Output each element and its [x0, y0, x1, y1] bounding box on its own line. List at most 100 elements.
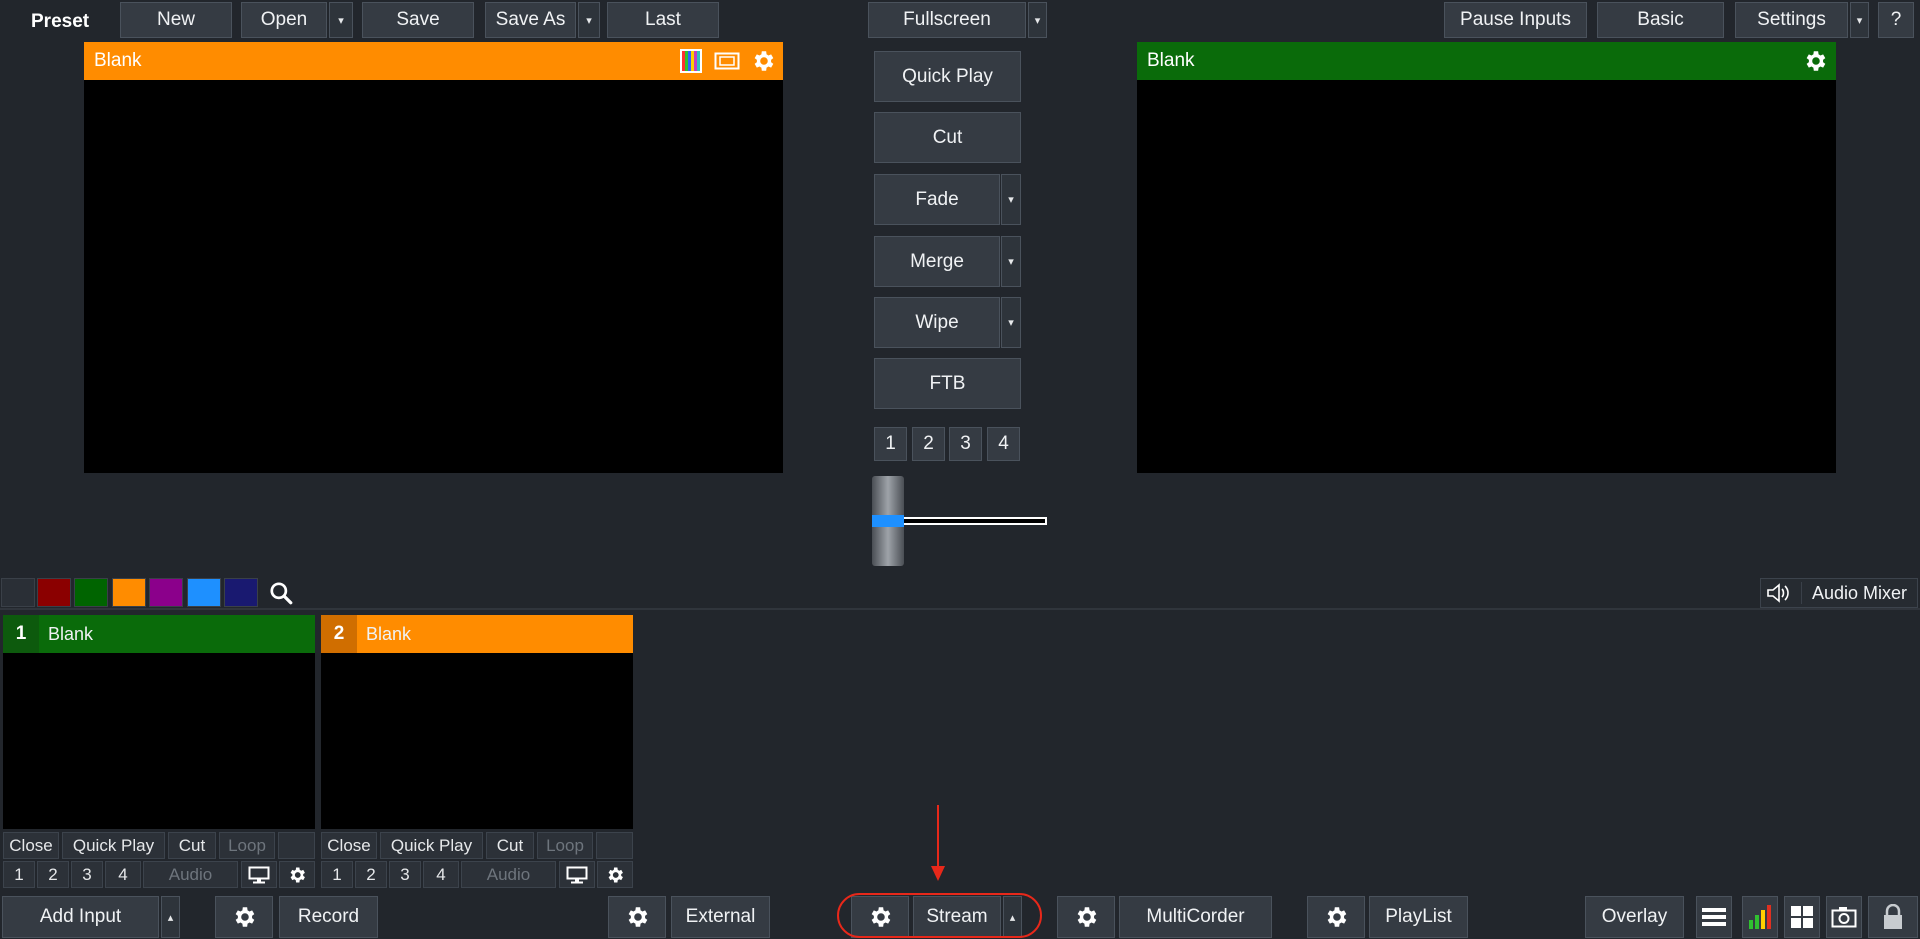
input-1-close-button[interactable]: Close	[3, 832, 59, 859]
playlist-button[interactable]: PlayList	[1369, 896, 1468, 938]
multiview-grid-icon[interactable]	[1784, 896, 1820, 938]
audio-mixer-label: Audio Mixer	[1812, 582, 1908, 603]
fade-dropdown-caret[interactable]: ▾	[1001, 174, 1021, 225]
save-as-button[interactable]: Save As	[485, 2, 576, 38]
menu-lines-icon[interactable]	[1696, 896, 1732, 938]
settings-button[interactable]: Settings	[1735, 2, 1848, 38]
input-2-loop-button[interactable]: Loop	[537, 832, 593, 859]
input-1-overlay-4[interactable]: 4	[105, 861, 141, 888]
inputs-separator	[0, 608, 1920, 610]
t-bar-track[interactable]	[900, 517, 1047, 525]
record-settings-gear-icon[interactable]	[215, 896, 273, 938]
stream-highlight-ellipse	[837, 893, 1042, 938]
input-1-gear-icon[interactable]	[279, 861, 315, 888]
color-filter-purple[interactable]	[149, 578, 183, 607]
input-2-monitor-icon[interactable]	[559, 861, 595, 888]
input-1-overlay-3[interactable]: 3	[71, 861, 103, 888]
input-2-title: Blank	[366, 623, 412, 644]
merge-button[interactable]: Merge	[874, 236, 1000, 287]
input-2-cut-button[interactable]: Cut	[486, 832, 534, 859]
multicorder-settings-gear-icon[interactable]	[1057, 896, 1115, 938]
output-title: Blank	[1147, 50, 1195, 71]
color-filter-navy[interactable]	[224, 578, 258, 607]
overlay-button[interactable]: Overlay	[1585, 896, 1684, 938]
color-filter-none[interactable]	[1, 578, 35, 607]
preview-screen[interactable]	[84, 80, 783, 473]
annotation-arrow	[931, 805, 945, 881]
save-as-dropdown-caret[interactable]: ▾	[578, 2, 600, 38]
last-button[interactable]: Last	[607, 2, 719, 38]
transition-1-button[interactable]: 1	[874, 427, 907, 461]
input-2-close-button[interactable]: Close	[321, 832, 377, 859]
input-2-audio-button[interactable]: Audio	[461, 861, 556, 888]
snapshot-camera-icon[interactable]	[1826, 896, 1862, 938]
input-2-screen[interactable]	[321, 653, 633, 829]
input-1-cut-button[interactable]: Cut	[168, 832, 216, 859]
preset-label: Preset	[31, 11, 90, 32]
input-2-overlay-1[interactable]: 1	[321, 861, 353, 888]
audio-levels-icon[interactable]	[1742, 896, 1778, 938]
color-filter-red[interactable]	[37, 578, 71, 607]
add-input-dropdown-caret[interactable]: ▴	[161, 896, 180, 938]
aspect-frame-icon[interactable]	[714, 49, 740, 73]
cut-button[interactable]: Cut	[874, 112, 1021, 163]
input-1-title: Blank	[48, 623, 94, 644]
external-button[interactable]: External	[671, 896, 770, 938]
color-filter-orange[interactable]	[112, 578, 146, 607]
fade-button[interactable]: Fade	[874, 174, 1000, 225]
quick-play-button[interactable]: Quick Play	[874, 51, 1021, 102]
input-2-quick-play-button[interactable]: Quick Play	[380, 832, 483, 859]
vmix-window: Preset New Open ▾ Save Save As ▾ Last Fu…	[0, 0, 1920, 939]
input-1-overlay-1[interactable]: 1	[3, 861, 35, 888]
basic-button[interactable]: Basic	[1597, 2, 1724, 38]
input-1-overlay-2[interactable]: 2	[37, 861, 69, 888]
search-icon[interactable]	[264, 578, 298, 607]
transition-2-button[interactable]: 2	[912, 427, 945, 461]
input-2-overlay-2[interactable]: 2	[355, 861, 387, 888]
color-filter-blue[interactable]	[187, 578, 221, 607]
playlist-settings-gear-icon[interactable]	[1307, 896, 1365, 938]
input-2-overlay-4[interactable]: 4	[423, 861, 459, 888]
save-button[interactable]: Save	[362, 2, 474, 38]
new-button[interactable]: New	[120, 2, 232, 38]
external-settings-gear-icon[interactable]	[608, 896, 666, 938]
input-1-quick-play-button[interactable]: Quick Play	[62, 832, 165, 859]
t-bar-indicator	[872, 515, 904, 527]
open-dropdown-caret[interactable]: ▾	[329, 2, 353, 38]
wipe-dropdown-caret[interactable]: ▾	[1001, 297, 1021, 348]
record-button[interactable]: Record	[279, 896, 378, 938]
color-bars-icon[interactable]	[679, 48, 703, 74]
transition-3-button[interactable]: 3	[949, 427, 982, 461]
preview-title: Blank	[94, 50, 142, 71]
merge-dropdown-caret[interactable]: ▾	[1001, 236, 1021, 287]
fullscreen-button[interactable]: Fullscreen	[868, 2, 1026, 38]
fullscreen-dropdown-caret[interactable]: ▾	[1028, 2, 1047, 38]
output-header: Blank	[1137, 42, 1836, 80]
help-button[interactable]: ?	[1878, 2, 1914, 38]
multicorder-button[interactable]: MultiCorder	[1119, 896, 1272, 938]
ftb-button[interactable]: FTB	[874, 358, 1021, 409]
input-1-loop-button[interactable]: Loop	[219, 832, 275, 859]
input-2-gear-icon[interactable]	[597, 861, 633, 888]
input-2-overlay-3[interactable]: 3	[389, 861, 421, 888]
input-2-number: 2	[321, 615, 357, 653]
input-1-blank-slot	[278, 832, 315, 859]
output-gear-icon[interactable]	[1801, 47, 1829, 75]
output-screen[interactable]	[1137, 80, 1836, 473]
wipe-button[interactable]: Wipe	[874, 297, 1000, 348]
pause-inputs-button[interactable]: Pause Inputs	[1444, 2, 1587, 38]
transition-4-button[interactable]: 4	[987, 427, 1020, 461]
add-input-button[interactable]: Add Input	[2, 896, 159, 938]
input-2-blank-slot	[596, 832, 633, 859]
color-filter-green[interactable]	[74, 578, 108, 607]
open-button[interactable]: Open	[241, 2, 327, 38]
input-1-number: 1	[3, 615, 39, 653]
input-1-monitor-icon[interactable]	[241, 861, 277, 888]
preview-gear-icon[interactable]	[749, 47, 777, 75]
audio-mixer-divider	[1801, 582, 1802, 604]
input-1-audio-button[interactable]: Audio	[143, 861, 238, 888]
speaker-icon	[1764, 580, 1794, 606]
lock-icon[interactable]	[1868, 896, 1918, 938]
input-1-screen[interactable]	[3, 653, 315, 829]
settings-dropdown-caret[interactable]: ▾	[1850, 2, 1869, 38]
